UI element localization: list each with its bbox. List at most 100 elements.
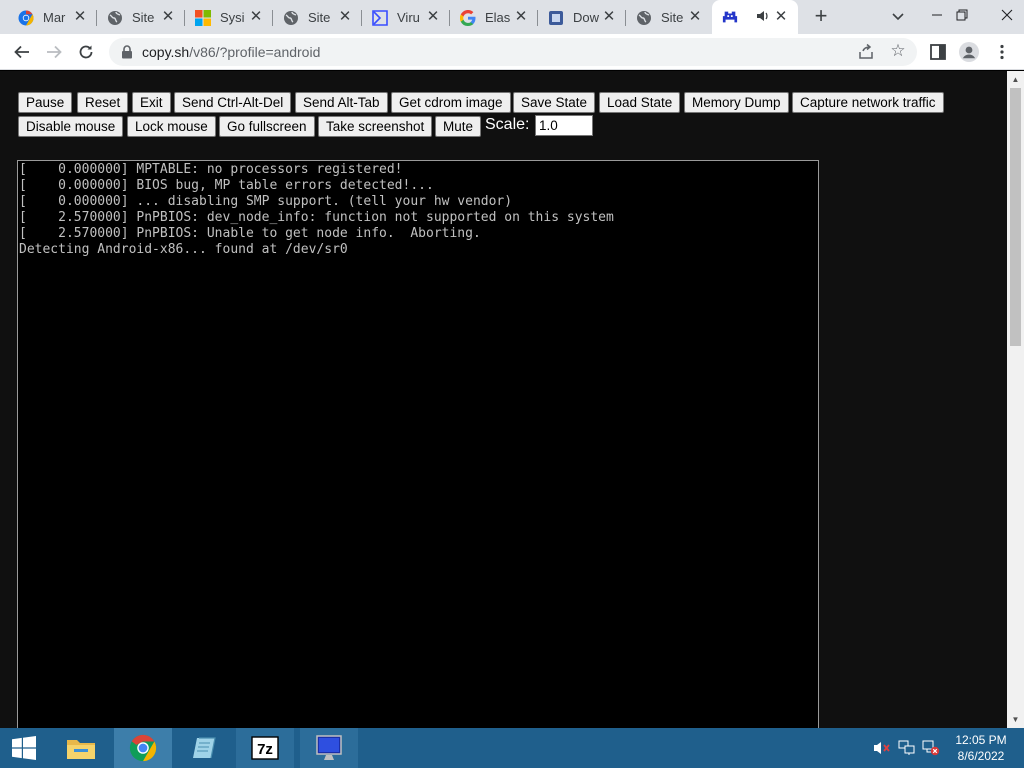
tab-label: Mar [43, 10, 66, 25]
console-line: [ 2.570000] PnPBIOS: Unable to get node … [19, 226, 481, 241]
send-alt-tab-button[interactable]: Send Alt-Tab [295, 92, 388, 113]
bookmark-star-icon[interactable]: ☆ [889, 42, 907, 60]
url-host: copy.sh [142, 44, 190, 60]
taskbar-7zip[interactable]: 7z [236, 728, 294, 768]
close-tab-icon[interactable]: ✕ [513, 9, 529, 25]
system-clock[interactable]: 12:05 PM 8/6/2022 [946, 732, 1016, 764]
tab-7[interactable]: Dow ✕ [538, 5, 626, 30]
tab-2[interactable]: Site ✕ [97, 5, 185, 30]
scroll-down-arrow-icon[interactable]: ▼ [1007, 711, 1024, 728]
new-tab-button[interactable]: + [810, 5, 832, 28]
globe-icon [283, 10, 299, 26]
capture-network-traffic-button[interactable]: Capture network traffic [792, 92, 944, 113]
taskbar: 7z 12:05 PM 8/6/2022 [0, 728, 1024, 768]
taskbar-remote-desktop[interactable] [300, 728, 358, 768]
more-menu-icon[interactable] [990, 40, 1014, 64]
tab-label: Dow [573, 10, 600, 25]
mute-button[interactable]: Mute [435, 116, 482, 137]
page-content: Pause Reset Exit Send Ctrl-Alt-Del Send … [0, 71, 1007, 728]
chromium-icon [18, 9, 34, 26]
taskbar-chrome[interactable] [114, 728, 172, 768]
taskbar-notepad[interactable] [176, 728, 234, 768]
svg-text:7z: 7z [257, 741, 273, 758]
forward-button[interactable] [42, 40, 66, 64]
reload-button[interactable] [74, 40, 98, 64]
network-error-icon[interactable] [922, 740, 940, 756]
pause-button[interactable]: Pause [18, 92, 73, 113]
profile-avatar-icon[interactable] [957, 40, 981, 64]
remote-desktop-icon [316, 735, 342, 760]
exit-button[interactable]: Exit [132, 92, 171, 113]
lock-mouse-button[interactable]: Lock mouse [127, 116, 216, 137]
close-tab-icon[interactable]: ✕ [72, 9, 88, 25]
taskbar-file-explorer[interactable] [52, 728, 110, 768]
close-window-button[interactable] [990, 0, 1024, 30]
close-tab-icon[interactable]: ✕ [160, 9, 176, 25]
tab-label: Viru [397, 10, 420, 25]
address-bar[interactable]: copy.sh/v86/?profile=android ☆ [109, 38, 917, 66]
lock-icon[interactable] [121, 45, 133, 59]
download-site-icon [548, 10, 564, 26]
tab-strip: Mar ✕ Site ✕ Sysi ✕ Site ✕ Viru ✕ Elas ✕… [0, 0, 1024, 34]
clock-date: 8/6/2022 [957, 749, 1005, 763]
scale-label: Scale: [485, 116, 530, 133]
go-fullscreen-button[interactable]: Go fullscreen [219, 116, 315, 137]
console-line: [ 0.000000] BIOS bug, MP table errors de… [19, 178, 434, 193]
get-cdrom-image-button[interactable]: Get cdrom image [391, 92, 511, 113]
load-state-button[interactable]: Load State [599, 92, 681, 113]
file-explorer-icon [67, 740, 95, 759]
7zip-icon: 7z [251, 736, 279, 760]
console-line: [ 0.000000] ... disabling SMP support. (… [19, 194, 513, 209]
tab-1[interactable]: Mar ✕ [8, 5, 97, 30]
page-scrollbar[interactable]: ▲ ▼ [1007, 71, 1024, 728]
tab-4[interactable]: Site ✕ [273, 5, 362, 30]
scale-input[interactable] [535, 115, 593, 136]
close-tab-icon[interactable]: ✕ [687, 9, 703, 25]
emulator-screen[interactable]: [ 0.000000] MPTABLE: no processors regis… [17, 160, 819, 728]
tab-5[interactable]: Viru ✕ [362, 5, 450, 30]
tab-label: Site [308, 10, 331, 25]
close-tab-icon[interactable]: ✕ [773, 9, 789, 25]
tab-search-chevron-icon[interactable] [888, 8, 908, 26]
console-line: [ 2.570000] PnPBIOS: dev_node_info: func… [19, 210, 614, 225]
side-panel-icon[interactable] [926, 40, 950, 64]
console-line: Detecting Android-x86... found at /dev/s… [19, 242, 348, 257]
notepad-icon [193, 737, 216, 759]
close-tab-icon[interactable]: ✕ [601, 9, 617, 25]
scroll-up-arrow-icon[interactable]: ▲ [1007, 71, 1024, 88]
v86-icon [722, 9, 738, 25]
browser-toolbar: copy.sh/v86/?profile=android ☆ [0, 34, 1024, 70]
memory-dump-button[interactable]: Memory Dump [684, 92, 789, 113]
tab-6[interactable]: Elas ✕ [450, 5, 538, 30]
globe-icon [107, 10, 123, 26]
tab-3[interactable]: Sysi ✕ [185, 5, 273, 30]
windows-logo-icon [12, 736, 36, 760]
tab-active[interactable]: ✕ [712, 0, 798, 34]
close-tab-icon[interactable]: ✕ [248, 9, 264, 25]
google-icon [460, 9, 476, 26]
globe-icon [636, 10, 652, 26]
close-tab-icon[interactable]: ✕ [425, 9, 441, 25]
url-text[interactable]: copy.sh/v86/?profile=android [142, 44, 320, 60]
scrollbar-thumb[interactable] [1010, 88, 1021, 346]
send-ctrl-alt-del-button[interactable]: Send Ctrl-Alt-Del [174, 92, 292, 113]
clock-time: 12:05 PM [955, 733, 1007, 747]
chrome-icon [129, 734, 157, 762]
network-icon[interactable] [898, 740, 916, 756]
save-state-button[interactable]: Save State [513, 92, 596, 113]
console-output: [ 0.000000] MPTABLE: no processors regis… [19, 162, 614, 258]
tab-8[interactable]: Site ✕ [626, 5, 712, 30]
reset-button[interactable]: Reset [77, 92, 129, 113]
back-button[interactable] [10, 40, 34, 64]
volume-muted-icon[interactable] [873, 740, 891, 756]
restore-button[interactable] [945, 0, 979, 30]
console-line: [ 0.000000] MPTABLE: no processors regis… [19, 162, 403, 177]
microsoft-icon [195, 9, 211, 26]
close-tab-icon[interactable]: ✕ [337, 9, 353, 25]
share-icon[interactable] [857, 43, 875, 61]
disable-mouse-button[interactable]: Disable mouse [18, 116, 124, 137]
audio-playing-icon [756, 9, 770, 23]
take-screenshot-button[interactable]: Take screenshot [318, 116, 433, 137]
tab-label: Elas [485, 10, 511, 25]
start-button[interactable] [0, 728, 48, 768]
